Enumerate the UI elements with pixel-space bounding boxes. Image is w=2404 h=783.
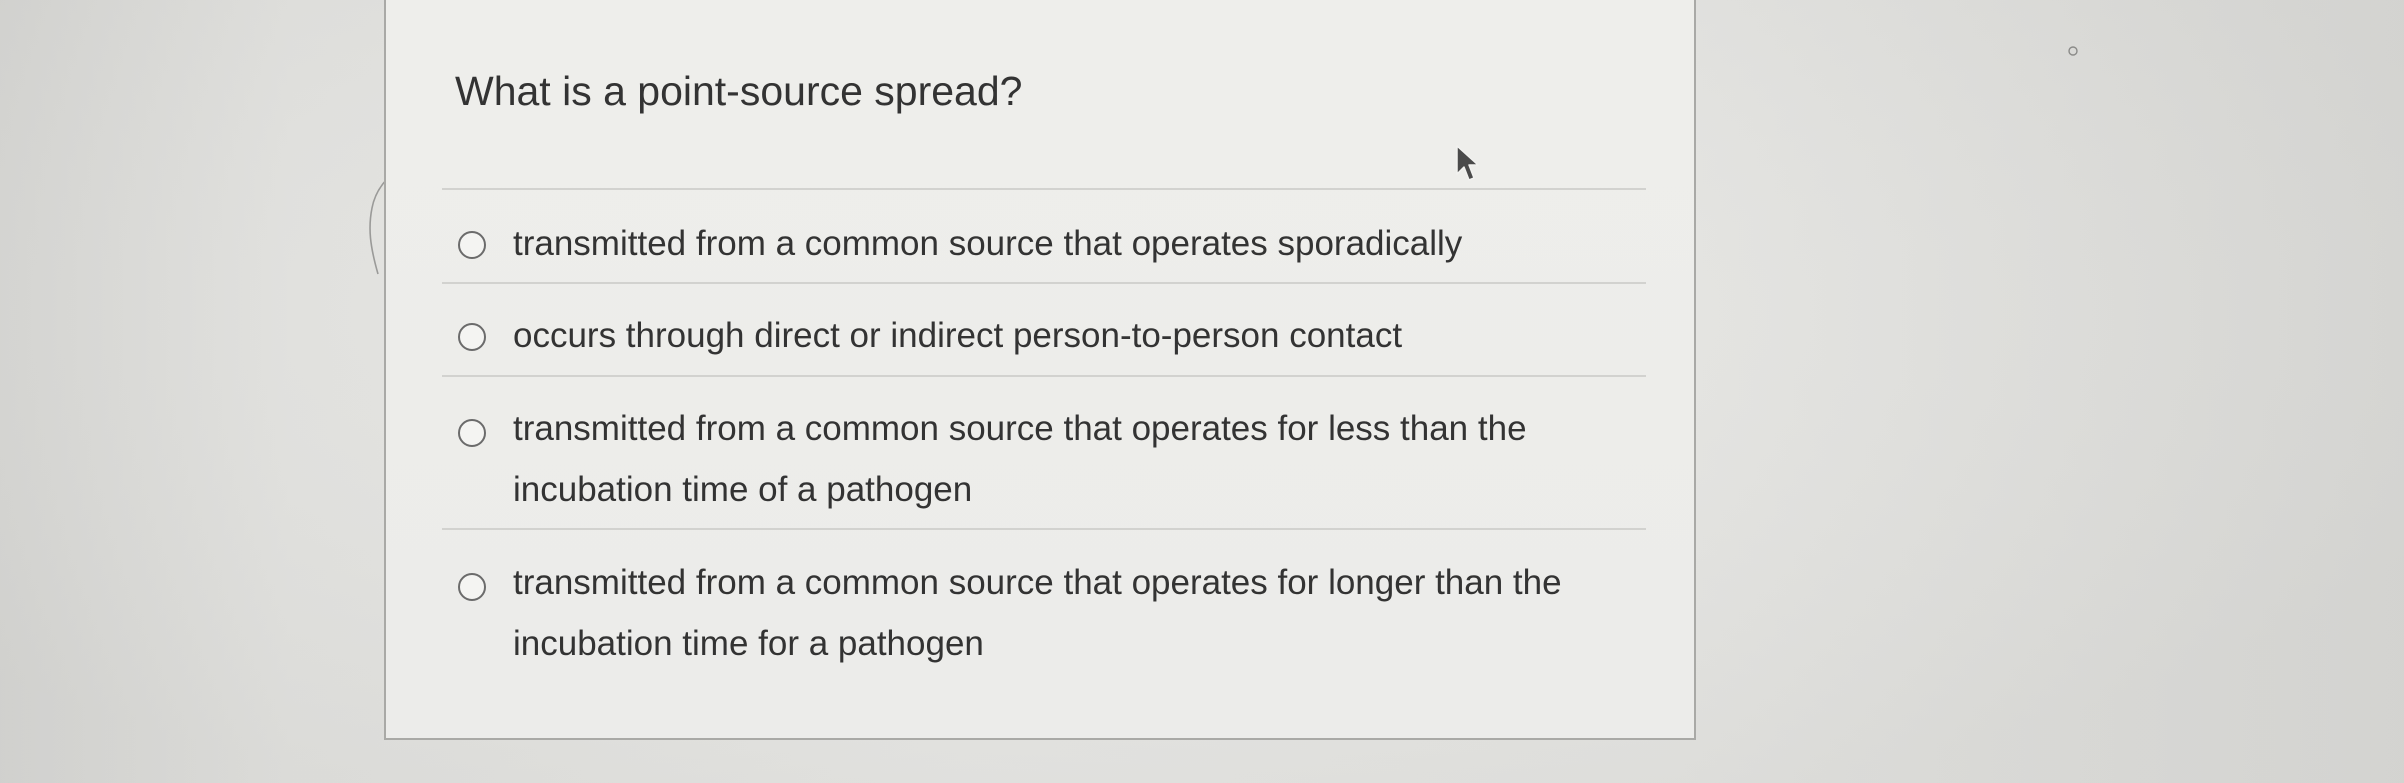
radio-unselected-icon[interactable]	[458, 323, 486, 351]
radio-unselected-icon[interactable]	[458, 419, 486, 447]
radio-unselected-icon[interactable]	[458, 573, 486, 601]
answer-option-label: transmitted from a common source that op…	[513, 409, 1527, 509]
answer-option-2[interactable]: occurs through direct or indirect person…	[458, 305, 1648, 367]
divider	[442, 528, 1646, 530]
answer-option-3[interactable]: transmitted from a common source that op…	[458, 398, 1648, 520]
answer-option-1[interactable]: transmitted from a common source that op…	[458, 213, 1648, 275]
radio-unselected-icon[interactable]	[458, 231, 486, 259]
divider	[442, 188, 1646, 190]
question-text: What is a point-source spread?	[455, 68, 1023, 114]
answer-option-label: transmitted from a common source that op…	[513, 563, 1562, 663]
answer-option-4[interactable]: transmitted from a common source that op…	[458, 552, 1648, 674]
divider	[442, 375, 1646, 377]
circle-mark-icon	[2068, 46, 2078, 56]
answer-option-label: occurs through direct or indirect person…	[513, 316, 1403, 355]
answer-option-label: transmitted from a common source that op…	[513, 224, 1463, 263]
divider	[442, 282, 1646, 284]
mouse-pointer-icon	[1456, 145, 1479, 181]
question-card: What is a point-source spread? transmitt…	[384, 0, 2078, 740]
